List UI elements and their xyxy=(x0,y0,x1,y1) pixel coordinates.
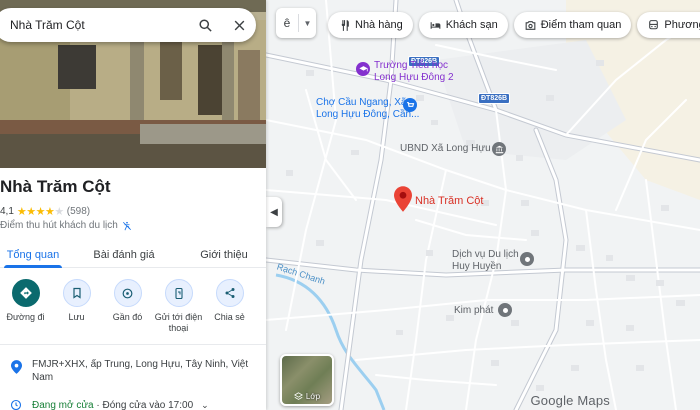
share-button[interactable]: Chia sẻ xyxy=(204,279,255,334)
place-category[interactable]: Điểm thu hút khách du lịch xyxy=(0,220,118,231)
tab-reviews[interactable]: Bài đánh giá xyxy=(66,242,182,267)
collapse-panel-button[interactable]: ◀ xyxy=(266,197,282,227)
place-dot-icon[interactable] xyxy=(520,252,534,266)
rating-row[interactable]: 4,1 ★★★★★ (598) xyxy=(0,205,90,218)
directions-button[interactable]: Đường đi xyxy=(0,279,51,334)
layers-label: Lớp xyxy=(305,392,321,401)
directions-label: Đường đi xyxy=(6,312,45,322)
nearby-icon xyxy=(113,279,142,307)
hours-status: Đang mở cửa xyxy=(32,399,94,410)
label-tourism-service[interactable]: Dịch vụ Du lịch Huy Huyền xyxy=(452,249,519,273)
chip-transit[interactable]: Phương tiện công xyxy=(637,12,700,38)
google-maps-logo: Google Maps xyxy=(530,393,610,408)
section-divider xyxy=(0,344,266,345)
send-to-phone-label: Gửi tới điện thoại xyxy=(154,312,203,333)
tab-about[interactable]: Giới thiệu xyxy=(182,242,266,267)
chip-transit-label: Phương tiện công xyxy=(664,19,700,31)
accessibility-icon xyxy=(122,221,131,230)
location-pin-icon xyxy=(10,360,22,374)
review-count[interactable]: (598) xyxy=(67,206,90,217)
close-icon[interactable] xyxy=(222,8,256,42)
place-title: Nhà Trăm Cột xyxy=(0,177,111,196)
category-row: Điểm thu hút khách du lịch xyxy=(0,220,132,231)
star-icon: ★★★★ xyxy=(16,206,55,218)
chip-attractions[interactable]: Điểm tham quan xyxy=(513,12,632,38)
layers-label-row: Lớp xyxy=(282,392,332,401)
place-dot-icon[interactable] xyxy=(498,303,512,317)
chevron-down-icon[interactable]: ▼ xyxy=(299,19,316,28)
bookmark-icon xyxy=(62,279,91,307)
star-rating: ★★★★★ xyxy=(17,205,64,218)
layers-icon xyxy=(293,392,303,400)
label-market[interactable]: Chợ Cầu Ngang, Xã Long Hựu Đông, Cần... xyxy=(316,97,419,121)
directions-icon xyxy=(11,279,40,307)
label-ubnd[interactable]: UBND Xã Long Hựu xyxy=(400,143,491,155)
transit-icon xyxy=(649,19,659,29)
road-shield: ĐT826B xyxy=(478,93,511,104)
star-empty-icon: ★ xyxy=(54,206,64,218)
layers-button[interactable]: Lớp xyxy=(280,354,334,406)
location-pin-icon[interactable] xyxy=(394,186,412,212)
share-label: Chia sẻ xyxy=(214,312,245,322)
restaurant-icon xyxy=(341,19,349,31)
language-glyph: ê xyxy=(283,16,291,30)
share-icon xyxy=(215,279,244,307)
clock-icon xyxy=(10,399,22,410)
category-chips: Nhà hàng Khách sạn Điểm tham quan Phương… xyxy=(328,12,700,38)
save-label: Lưu xyxy=(68,312,85,322)
map-canvas[interactable]: ê ▼ Nhà hàng Khách sạn Điểm tham quan Ph… xyxy=(266,0,700,410)
language-selector[interactable]: ê ▼ xyxy=(276,8,316,38)
camera-icon xyxy=(525,20,536,30)
label-school[interactable]: Trường Tiểu học Long Hựu Đông 2 xyxy=(374,60,454,84)
chip-attractions-label: Điểm tham quan xyxy=(540,19,622,31)
chip-hotels[interactable]: Khách sạn xyxy=(418,12,508,38)
place-tabs: Tổng quan Bài đánh giá Giới thiệu xyxy=(0,242,266,268)
hotel-icon xyxy=(430,21,441,29)
search-input[interactable]: Nhà Trăm Cột xyxy=(10,18,188,32)
nearby-button[interactable]: Gần đó xyxy=(102,279,153,334)
government-building-icon[interactable] xyxy=(492,142,506,156)
rating-value: 4,1 xyxy=(0,206,14,217)
label-selected-place[interactable]: Nhà Trăm Cột xyxy=(415,195,483,207)
tab-overview[interactable]: Tổng quan xyxy=(0,242,66,268)
chevron-down-icon[interactable]: ⌄ xyxy=(201,400,209,410)
chip-restaurants-label: Nhà hàng xyxy=(355,19,403,31)
chevron-left-icon: ◀ xyxy=(270,206,278,218)
hours-row[interactable]: Đang mở cửa · Đóng cửa vào 17:00 ⌄ xyxy=(0,399,266,410)
hours-detail: · Đóng cửa vào 17:00 xyxy=(96,399,194,410)
chip-restaurants[interactable]: Nhà hàng xyxy=(328,12,413,38)
send-to-phone-button[interactable]: Gửi tới điện thoại xyxy=(153,279,204,334)
search-icon[interactable] xyxy=(188,8,222,42)
nearby-label: Gần đó xyxy=(112,312,143,322)
chip-hotels-label: Khách sạn xyxy=(445,19,498,31)
place-panel: Nhà Trăm Cột Nhà Trăm Cột 4,1 ★★★★★ (598… xyxy=(0,0,266,410)
address-row[interactable]: FMJR+XHX, ấp Trung, Long Hựu, Tây Ninh, … xyxy=(0,358,266,384)
school-icon[interactable] xyxy=(356,62,370,76)
search-box[interactable]: Nhà Trăm Cột xyxy=(0,8,256,42)
action-buttons: Đường đi Lưu Gần đó Gửi tới điện thoại C… xyxy=(0,279,266,334)
address-text: FMJR+XHX, ấp Trung, Long Hựu, Tây Ninh, … xyxy=(32,359,249,383)
phone-icon xyxy=(164,279,193,307)
label-kim-phat[interactable]: Kim phát xyxy=(454,305,493,317)
save-button[interactable]: Lưu xyxy=(51,279,102,334)
